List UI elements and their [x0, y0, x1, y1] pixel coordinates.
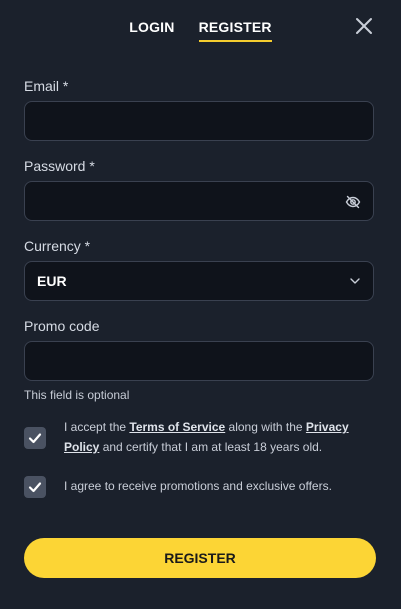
close-icon: [356, 18, 372, 34]
currency-select[interactable]: EUR: [24, 261, 374, 301]
promo-helper-text: This field is optional: [24, 388, 130, 402]
tab-login[interactable]: LOGIN: [129, 19, 174, 42]
promo-code-field[interactable]: [25, 342, 349, 380]
tab-register[interactable]: REGISTER: [198, 19, 272, 42]
currency-label: Currency *: [24, 238, 91, 254]
promo-label: Promo code: [24, 318, 100, 334]
currency-selected-value: EUR: [37, 273, 67, 289]
password-label: Password *: [24, 158, 95, 174]
terms-of-service-link[interactable]: Terms of Service: [129, 420, 225, 434]
promotions-checkbox[interactable]: [24, 476, 46, 498]
register-button[interactable]: REGISTER: [24, 538, 376, 578]
email-field-wrapper: [24, 101, 374, 141]
check-icon: [28, 482, 42, 493]
password-field[interactable]: [25, 182, 349, 220]
email-field[interactable]: [25, 102, 349, 140]
password-field-wrapper: [24, 181, 374, 221]
terms-text: I accept the Terms of Service along with…: [64, 420, 349, 454]
promo-field-wrapper: [24, 341, 374, 381]
eye-slash-icon[interactable]: [345, 194, 361, 210]
promotions-text: I agree to receive promotions and exclus…: [64, 479, 332, 493]
check-icon: [28, 433, 42, 444]
chevron-down-icon: [350, 278, 360, 284]
register-modal: LOGIN REGISTER Email * Password * Curren…: [0, 0, 401, 609]
auth-tabs: LOGIN REGISTER: [0, 19, 401, 42]
close-button[interactable]: [355, 17, 373, 35]
terms-checkbox[interactable]: [24, 427, 46, 449]
email-label: Email *: [24, 78, 69, 94]
